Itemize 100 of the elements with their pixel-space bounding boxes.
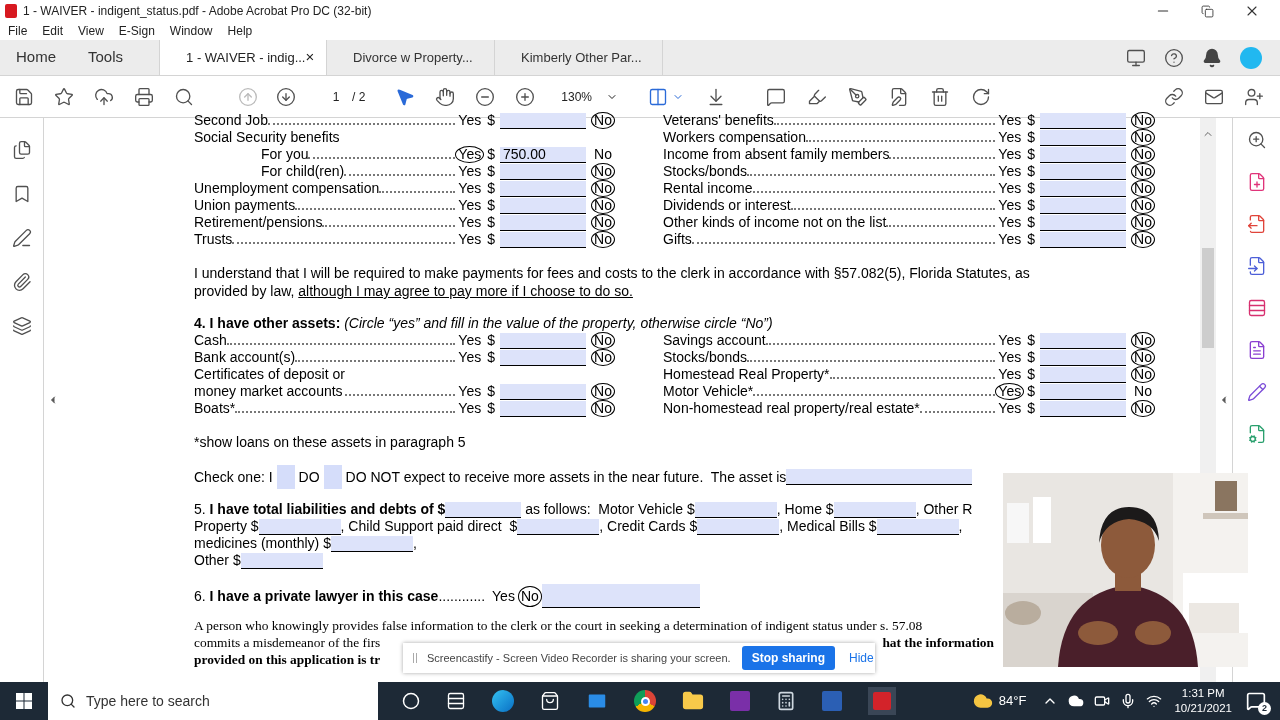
rotate-icon[interactable]	[971, 86, 992, 107]
input-field[interactable]	[786, 469, 973, 485]
amount-field[interactable]	[1040, 215, 1126, 231]
help-icon[interactable]	[1164, 47, 1184, 68]
input-field[interactable]	[694, 502, 777, 518]
folder-icon[interactable]	[682, 690, 704, 712]
signature-icon[interactable]	[11, 228, 32, 248]
tab-close-button[interactable]: ×	[305, 46, 315, 69]
menu-item[interactable]: File	[8, 22, 28, 40]
amount-field[interactable]	[500, 232, 586, 248]
share-screen-icon[interactable]	[1126, 47, 1146, 68]
amount-field[interactable]	[1040, 130, 1126, 146]
amount-field[interactable]	[1040, 181, 1126, 197]
calculator-icon[interactable]	[776, 691, 796, 711]
page-number-field[interactable]: 1	[326, 87, 346, 106]
amount-field[interactable]	[500, 113, 586, 129]
menu-item[interactable]: E-Sign	[118, 22, 155, 40]
store-icon[interactable]	[540, 691, 560, 711]
paperclip-icon[interactable]	[11, 272, 32, 292]
amount-field[interactable]	[1040, 113, 1126, 129]
zoom-in-icon[interactable]	[515, 86, 536, 107]
save-icon[interactable]	[14, 86, 34, 107]
combine-files-icon[interactable]	[1246, 298, 1267, 318]
wifi-icon[interactable]	[1146, 693, 1163, 709]
clock-time[interactable]: 1:31 PM	[1181, 686, 1225, 701]
input-field[interactable]	[258, 519, 341, 535]
cortana-icon[interactable]	[402, 692, 420, 710]
input-field[interactable]	[833, 502, 916, 518]
drag-handle-icon[interactable]	[413, 653, 417, 663]
add-user-icon[interactable]	[1244, 86, 1264, 107]
menu-item[interactable]: View	[78, 22, 104, 40]
document-tab[interactable]: Divorce w Property...	[327, 40, 496, 75]
zoom-out-icon[interactable]	[475, 86, 496, 107]
amount-field[interactable]	[500, 401, 586, 417]
nav-tab[interactable]: Home	[0, 40, 72, 75]
chrome-icon[interactable]	[634, 690, 656, 712]
organize-pages-icon[interactable]	[1246, 256, 1267, 276]
nav-tab[interactable]: Tools	[72, 40, 140, 75]
input-field[interactable]	[445, 502, 522, 518]
onedrive-icon[interactable]	[1068, 693, 1085, 709]
input-field[interactable]	[541, 584, 700, 608]
amount-field[interactable]	[500, 384, 586, 400]
zoom-dropdown[interactable]: 130%	[561, 87, 619, 106]
pen-icon[interactable]	[848, 86, 869, 107]
task-view-icon[interactable]	[446, 691, 466, 711]
camera-icon[interactable]	[1094, 693, 1111, 709]
print-icon[interactable]	[134, 86, 154, 107]
next-page-icon[interactable]	[276, 86, 296, 107]
amount-field[interactable]	[1040, 198, 1126, 214]
comment-icon[interactable]	[766, 86, 787, 107]
amount-field[interactable]	[1040, 164, 1126, 180]
menu-item[interactable]: Window	[169, 22, 213, 40]
document-tab[interactable]: 1 - WAIVER - indig...×	[159, 40, 328, 75]
scrollbar-thumb[interactable]	[1202, 248, 1214, 348]
checkbox[interactable]	[276, 465, 295, 489]
hide-link[interactable]: Hide	[849, 649, 874, 667]
amount-field[interactable]	[500, 198, 586, 214]
fill-sign-icon[interactable]	[1246, 382, 1267, 402]
amount-field[interactable]	[1040, 333, 1126, 349]
amount-field[interactable]	[500, 181, 586, 197]
amount-field[interactable]	[500, 215, 586, 231]
menu-item[interactable]: Edit	[42, 22, 64, 40]
input-field[interactable]	[697, 519, 780, 535]
restore-icon[interactable]	[1201, 4, 1214, 18]
upload-icon[interactable]	[94, 86, 114, 107]
taskbar-search-field[interactable]: Type here to search	[48, 682, 378, 720]
clock-date[interactable]: 10/21/2021	[1174, 701, 1232, 716]
amount-field[interactable]	[1040, 350, 1126, 366]
weather-icon[interactable]	[972, 691, 993, 711]
link-icon[interactable]	[1164, 86, 1184, 107]
amount-field[interactable]: 750.00	[500, 147, 586, 163]
amount-field[interactable]	[1040, 384, 1126, 400]
stop-sharing-button[interactable]: Stop sharing	[741, 646, 835, 670]
amount-field[interactable]	[500, 164, 586, 180]
amount-field[interactable]	[1040, 367, 1126, 383]
document-tab[interactable]: Kimberly Other Par...	[495, 40, 664, 75]
input-field[interactable]	[240, 553, 323, 569]
layers-icon[interactable]	[11, 316, 32, 336]
input-field[interactable]	[517, 519, 600, 535]
bell-icon[interactable]	[1202, 47, 1222, 68]
amount-field[interactable]	[500, 333, 586, 349]
more-tools-icon[interactable]	[1246, 424, 1267, 444]
amount-field[interactable]	[1040, 401, 1126, 417]
amount-field[interactable]	[1040, 147, 1126, 163]
windows-start-icon[interactable]	[16, 693, 32, 709]
pages-icon[interactable]	[11, 140, 32, 160]
menu-item[interactable]: Help	[227, 22, 253, 40]
checkbox[interactable]	[323, 465, 342, 489]
input-field[interactable]	[876, 519, 959, 535]
trash-icon[interactable]	[930, 86, 951, 107]
amount-field[interactable]	[1040, 232, 1126, 248]
star-icon[interactable]	[54, 86, 74, 107]
search-icon[interactable]	[174, 86, 194, 107]
hand-icon[interactable]	[435, 86, 456, 107]
export-pdf-icon[interactable]	[1246, 214, 1267, 234]
weather-temperature[interactable]: 84°F	[998, 691, 1027, 711]
fit-page-icon[interactable]	[648, 86, 669, 107]
zoom-icon[interactable]	[1246, 130, 1267, 150]
input-field[interactable]	[330, 536, 413, 552]
amount-field[interactable]	[500, 350, 586, 366]
